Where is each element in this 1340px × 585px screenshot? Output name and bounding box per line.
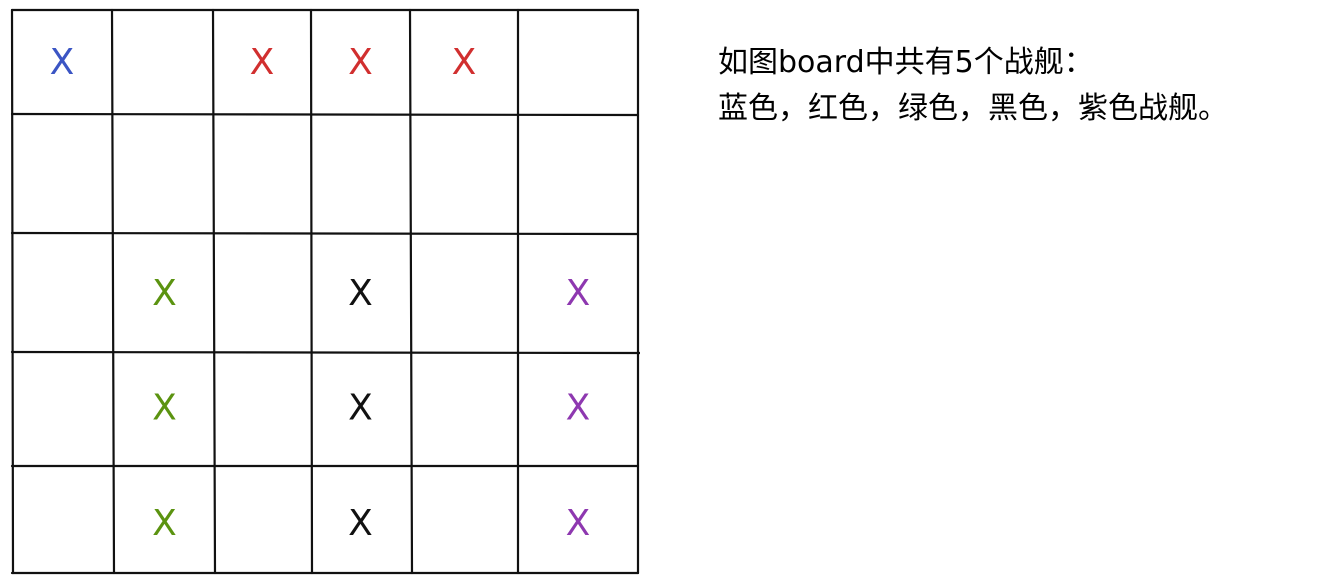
ship-mark-purple: X: [566, 388, 591, 429]
grid-line-horizontal: [10, 350, 640, 355]
battleship-board: X X X X X X X X X X X X X: [10, 8, 640, 575]
ship-mark-green: X: [152, 388, 177, 429]
grid-line-horizontal: [10, 231, 640, 236]
grid-line-vertical: [309, 8, 314, 575]
ship-mark-green: X: [152, 503, 177, 544]
ship-mark-black: X: [348, 503, 373, 544]
board-marks: X X X X X X X X X X X X X: [50, 42, 591, 544]
ship-mark-blue: X: [50, 42, 75, 83]
ship-mark-green: X: [152, 273, 177, 314]
board-grid: [10, 8, 640, 575]
ship-mark-purple: X: [566, 503, 591, 544]
grid-line-vertical: [10, 8, 15, 575]
grid-line-vertical: [110, 8, 116, 575]
ship-mark-red: X: [250, 42, 275, 83]
caption-line-2: 蓝色，红色，绿色，黑色，紫色战舰。: [718, 91, 1228, 126]
grid-line-vertical: [211, 8, 217, 575]
ship-mark-red: X: [348, 42, 373, 83]
ship-mark-black: X: [348, 273, 373, 314]
ship-mark-purple: X: [566, 273, 591, 314]
ship-mark-black: X: [348, 388, 373, 429]
grid-line-vertical: [408, 8, 414, 575]
ship-mark-red: X: [452, 42, 477, 83]
caption-line-1: 如图board中共有5个战舰：: [718, 45, 1094, 80]
grid-line-horizontal: [10, 112, 640, 117]
